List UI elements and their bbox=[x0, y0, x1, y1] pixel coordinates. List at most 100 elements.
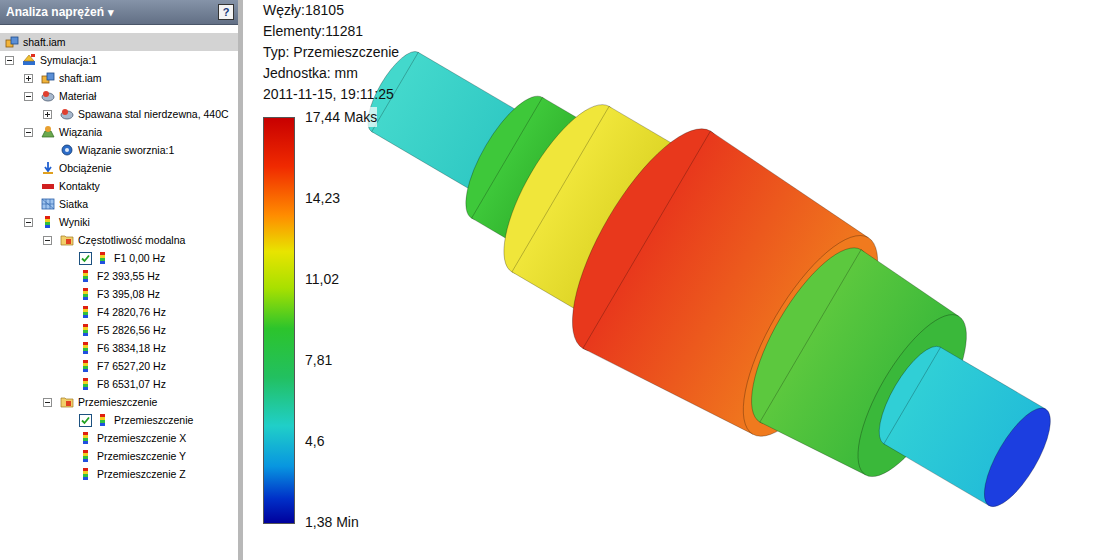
expander-slot bbox=[43, 110, 60, 119]
tree-item-label: Przemieszczenie Y bbox=[97, 447, 186, 465]
shaft-segment bbox=[867, 337, 1063, 515]
legend-tick: 11,02 bbox=[305, 269, 377, 289]
tree-item-label: F7 6527,20 Hz bbox=[97, 357, 166, 375]
tree-item[interactable]: F8 6531,07 Hz bbox=[0, 375, 238, 393]
tree-item-label: shaft.iam bbox=[59, 69, 102, 87]
result-icon bbox=[79, 377, 93, 391]
analysis-panel: Analiza naprężeń ▾ ? shaft.iam Symulacja… bbox=[0, 0, 243, 560]
tree-item-label: shaft.iam bbox=[23, 33, 66, 51]
load-icon bbox=[41, 161, 55, 175]
tree-item-label: Obciążenie bbox=[59, 159, 112, 177]
tree-item[interactable]: Wiązanie sworznia:1 bbox=[0, 141, 238, 159]
tree-item[interactable]: F2 393,55 Hz bbox=[0, 267, 238, 285]
info-line: Elementy:11281 bbox=[263, 21, 1110, 42]
collapse-icon[interactable] bbox=[5, 56, 14, 65]
legend-ticks: 17,44 Maks14,2311,027,814,61,38 Min bbox=[305, 107, 377, 532]
legend-tick: 14,23 bbox=[305, 188, 377, 208]
expander-slot bbox=[5, 56, 22, 65]
tree-item[interactable]: Obciążenie bbox=[0, 159, 238, 177]
color-legend: 17,44 Maks14,2311,027,814,61,38 Min bbox=[263, 117, 1110, 532]
folder-icon bbox=[60, 395, 74, 409]
expand-icon[interactable] bbox=[24, 74, 33, 83]
result-icon bbox=[79, 323, 93, 337]
tree-item[interactable]: Siatka bbox=[0, 195, 238, 213]
pin-icon bbox=[60, 143, 74, 157]
tree-item[interactable]: Częstotliwość modalna bbox=[0, 231, 238, 249]
expander-slot bbox=[43, 398, 60, 407]
tree-item[interactable]: Przemieszczenie bbox=[0, 393, 238, 411]
result-icon bbox=[79, 467, 93, 481]
tree-item-label: Materiał bbox=[59, 87, 96, 105]
tree-item[interactable]: F7 6527,20 Hz bbox=[0, 357, 238, 375]
collapse-icon[interactable] bbox=[24, 218, 33, 227]
checkbox-icon[interactable] bbox=[79, 252, 92, 265]
result-icon bbox=[96, 413, 110, 427]
panel-title: Analiza naprężeń bbox=[6, 5, 104, 19]
tree-item-label: F1 0,00 Hz bbox=[114, 249, 165, 267]
result-icon bbox=[79, 359, 93, 373]
result-icon bbox=[79, 341, 93, 355]
tree-item[interactable]: Przemieszczenie Z bbox=[0, 465, 238, 483]
expander-slot bbox=[24, 128, 41, 137]
tree-item[interactable]: Przemieszczenie bbox=[0, 411, 238, 429]
tree-item[interactable]: Wyniki bbox=[0, 213, 238, 231]
constraint-icon bbox=[41, 125, 55, 139]
tree-item-label: F4 2820,76 Hz bbox=[97, 303, 166, 321]
panel-header: Analiza naprężeń ▾ ? bbox=[0, 0, 238, 25]
dropdown-icon: ▾ bbox=[108, 6, 114, 19]
folder-icon bbox=[60, 233, 74, 247]
info-line: Jednostka: mm bbox=[263, 63, 1110, 84]
tree-item-label: Wyniki bbox=[59, 213, 90, 231]
result-icon bbox=[79, 287, 93, 301]
tree-item-label: Przemieszczenie Z bbox=[97, 465, 186, 483]
material-icon bbox=[41, 89, 55, 103]
tree-item[interactable]: F6 3834,18 Hz bbox=[0, 339, 238, 357]
browser-tree: shaft.iam Symulacja:1 shaft.iam Materiał… bbox=[0, 25, 238, 483]
legend-tick: 7,81 bbox=[305, 350, 377, 370]
tree-item[interactable]: F1 0,00 Hz bbox=[0, 249, 238, 267]
result-info: Węzły:18105Elementy:11281Typ: Przemieszc… bbox=[263, 0, 1110, 105]
expand-icon[interactable] bbox=[43, 110, 52, 119]
simulation-icon bbox=[22, 53, 36, 67]
tree-item[interactable]: F3 395,08 Hz bbox=[0, 285, 238, 303]
assembly-icon bbox=[5, 35, 19, 49]
expander-slot bbox=[24, 92, 41, 101]
tree-item-label: Wiązania bbox=[59, 123, 102, 141]
legend-tick: 1,38 Min bbox=[305, 512, 377, 532]
material-icon bbox=[60, 107, 74, 121]
result-icon bbox=[79, 305, 93, 319]
tree-item[interactable]: Przemieszczenie Y bbox=[0, 447, 238, 465]
tree-item-label: F8 6531,07 Hz bbox=[97, 375, 166, 393]
assembly-icon bbox=[41, 71, 55, 85]
legend-tick: 17,44 Maks bbox=[305, 107, 377, 127]
tree-item[interactable]: Spawana stal nierdzewna, 440C bbox=[0, 105, 238, 123]
tree-item[interactable]: Przemieszczenie X bbox=[0, 429, 238, 447]
result-overlay: Węzły:18105Elementy:11281Typ: Przemieszc… bbox=[243, 0, 1110, 532]
graphics-viewport[interactable]: Węzły:18105Elementy:11281Typ: Przemieszc… bbox=[243, 0, 1110, 560]
tree-item[interactable]: shaft.iam bbox=[0, 33, 238, 51]
collapse-icon[interactable] bbox=[43, 398, 52, 407]
tree-item[interactable]: shaft.iam bbox=[0, 69, 238, 87]
collapse-icon[interactable] bbox=[24, 128, 33, 137]
tree-item[interactable]: Materiał bbox=[0, 87, 238, 105]
checkbox-icon[interactable] bbox=[79, 414, 92, 427]
collapse-icon[interactable] bbox=[43, 236, 52, 245]
info-line: Węzły:18105 bbox=[263, 0, 1110, 21]
tree-item-label: Siatka bbox=[59, 195, 88, 213]
help-button[interactable]: ? bbox=[218, 4, 234, 20]
result-icon bbox=[96, 251, 110, 265]
expander-slot bbox=[24, 218, 41, 227]
result-icon bbox=[41, 215, 55, 229]
tree-item[interactable]: Kontakty bbox=[0, 177, 238, 195]
tree-item[interactable]: Wiązania bbox=[0, 123, 238, 141]
result-icon bbox=[79, 269, 93, 283]
collapse-icon[interactable] bbox=[24, 92, 33, 101]
tree-item[interactable]: F5 2826,56 Hz bbox=[0, 321, 238, 339]
mesh-icon bbox=[41, 197, 55, 211]
result-icon bbox=[79, 431, 93, 445]
panel-menu-button[interactable]: Analiza naprężeń ▾ bbox=[6, 5, 114, 19]
tree-item-label: Częstotliwość modalna bbox=[78, 231, 185, 249]
tree-item[interactable]: Symulacja:1 bbox=[0, 51, 238, 69]
screen: Analiza naprężeń ▾ ? shaft.iam Symulacja… bbox=[0, 0, 1110, 560]
tree-item[interactable]: F4 2820,76 Hz bbox=[0, 303, 238, 321]
